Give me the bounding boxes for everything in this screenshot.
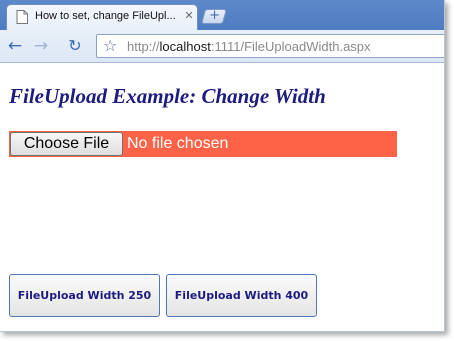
page-icon — [16, 10, 28, 24]
url-host: localhost — [159, 39, 211, 54]
file-status-text: No file chosen — [127, 135, 229, 152]
tab-strip: How to set, change FileUpl... ✕ + — [0, 0, 444, 30]
url-text[interactable]: http://localhost:1111/FileUploadWidth.as… — [127, 39, 371, 54]
url-scheme: http:// — [127, 39, 160, 54]
close-tab-icon[interactable]: ✕ — [183, 9, 195, 23]
browser-window: How to set, change FileUpl... ✕ + ← → ↻ … — [0, 0, 445, 332]
bookmark-star-icon[interactable]: ☆ — [103, 36, 117, 56]
tab-current[interactable]: How to set, change FileUpl... ✕ — [6, 4, 198, 30]
address-bar[interactable]: ☆ http://localhost:1111/FileUploadWidth.… — [96, 34, 444, 58]
back-arrow-icon[interactable]: ← — [4, 36, 26, 56]
new-tab-button[interactable]: + — [200, 8, 228, 24]
reload-icon[interactable]: ↻ — [64, 36, 86, 56]
plus-icon: + — [209, 8, 221, 23]
choose-file-button[interactable]: Choose File — [10, 132, 123, 156]
page-title: FileUpload Example: Change Width — [9, 84, 326, 108]
forward-arrow-icon[interactable]: → — [30, 36, 52, 56]
url-path: :1111/FileUploadWidth.aspx — [210, 39, 371, 54]
fileupload-width-250-button[interactable]: FileUpload Width 250 — [9, 274, 160, 317]
browser-toolbar: ← → ↻ ☆ http://localhost:1111/FileUpload… — [0, 30, 444, 63]
page-content: FileUpload Example: Change Width Choose … — [0, 64, 444, 331]
tab-title: How to set, change FileUpl... — [35, 10, 176, 22]
fileupload-width-400-button[interactable]: FileUpload Width 400 — [166, 274, 317, 317]
file-upload-control[interactable]: Choose File No file chosen — [9, 131, 397, 157]
